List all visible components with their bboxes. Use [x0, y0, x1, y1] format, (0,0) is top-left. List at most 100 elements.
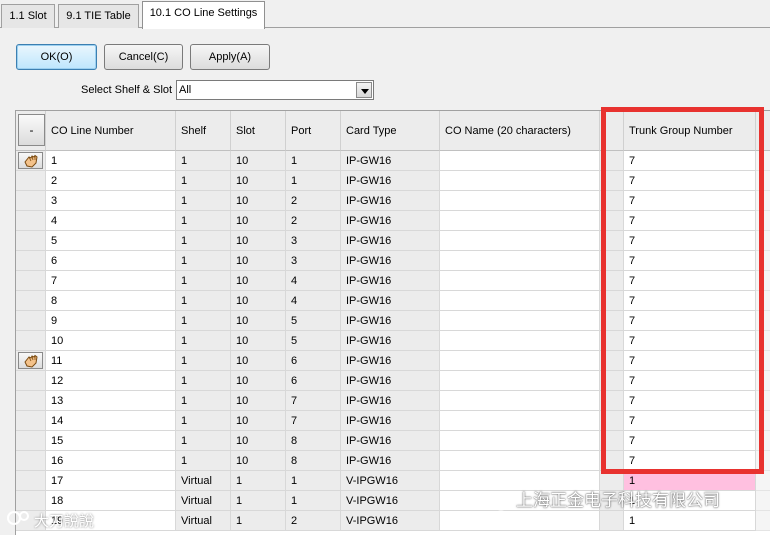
- cell-trunk-group-number[interactable]: 7: [624, 411, 756, 431]
- header-card-type[interactable]: Card Type: [341, 111, 440, 151]
- cell-co-line-number: 16: [46, 451, 176, 471]
- cell-co-name[interactable]: [440, 171, 600, 191]
- row-header[interactable]: [16, 251, 46, 271]
- shelf-slot-select[interactable]: All: [176, 80, 374, 100]
- cell-co-name[interactable]: [440, 211, 600, 231]
- row-header[interactable]: [16, 311, 46, 331]
- cell-co-name[interactable]: [440, 251, 600, 271]
- cell-trunk-group-number[interactable]: 7: [624, 331, 756, 351]
- cell-co-name[interactable]: [440, 191, 600, 211]
- cell-spacer: [600, 371, 624, 391]
- table-row[interactable]: 12 1 10 6 IP-GW16 7: [16, 371, 770, 391]
- cell-co-name[interactable]: [440, 311, 600, 331]
- row-header[interactable]: [16, 231, 46, 251]
- cell-co-name[interactable]: [440, 451, 600, 471]
- table-row[interactable]: 11 1 10 6 IP-GW16 7: [16, 351, 770, 371]
- cell-co-name[interactable]: [440, 411, 600, 431]
- header-trunk-group-number[interactable]: Trunk Group Number: [624, 111, 756, 151]
- row-header[interactable]: [16, 431, 46, 451]
- table-row[interactable]: 8 1 10 4 IP-GW16 7: [16, 291, 770, 311]
- wechat-icon: [482, 494, 509, 511]
- tab-tie-table[interactable]: 9.1 TIE Table: [58, 4, 139, 28]
- cell-filler: [756, 471, 770, 491]
- tab-slot[interactable]: 1.1 Slot: [1, 4, 55, 28]
- row-header[interactable]: [16, 191, 46, 211]
- cell-shelf: 1: [176, 271, 231, 291]
- table-row[interactable]: 14 1 10 7 IP-GW16 7: [16, 411, 770, 431]
- table-row[interactable]: 5 1 10 3 IP-GW16 7: [16, 231, 770, 251]
- cell-trunk-group-number[interactable]: 1: [624, 511, 756, 531]
- cell-trunk-group-number[interactable]: 7: [624, 371, 756, 391]
- cell-spacer: [600, 431, 624, 451]
- table-row[interactable]: 10 1 10 5 IP-GW16 7: [16, 331, 770, 351]
- collapse-button[interactable]: -: [18, 114, 45, 146]
- row-header[interactable]: [16, 351, 46, 371]
- cell-trunk-group-number[interactable]: 7: [624, 171, 756, 191]
- cell-co-name[interactable]: [440, 511, 600, 531]
- table-row[interactable]: 13 1 10 7 IP-GW16 7: [16, 391, 770, 411]
- row-header[interactable]: [16, 291, 46, 311]
- edit-hand-icon[interactable]: [18, 152, 43, 169]
- cell-slot: 1: [231, 511, 286, 531]
- cell-co-line-number: 14: [46, 411, 176, 431]
- row-header[interactable]: [16, 411, 46, 431]
- cell-co-name[interactable]: [440, 331, 600, 351]
- row-header[interactable]: [16, 331, 46, 351]
- table-row[interactable]: 3 1 10 2 IP-GW16 7: [16, 191, 770, 211]
- row-header[interactable]: [16, 451, 46, 471]
- cell-trunk-group-number[interactable]: 7: [624, 291, 756, 311]
- chevron-down-icon[interactable]: [356, 82, 372, 98]
- cell-co-name[interactable]: [440, 271, 600, 291]
- table-row[interactable]: 9 1 10 5 IP-GW16 7: [16, 311, 770, 331]
- cell-card-type: IP-GW16: [341, 271, 440, 291]
- cell-shelf: Virtual: [176, 491, 231, 511]
- edit-hand-icon[interactable]: [18, 352, 43, 369]
- cell-spacer: [600, 391, 624, 411]
- row-header[interactable]: [16, 211, 46, 231]
- cell-spacer: [600, 211, 624, 231]
- row-header[interactable]: [16, 171, 46, 191]
- table-row[interactable]: 7 1 10 4 IP-GW16 7: [16, 271, 770, 291]
- row-header[interactable]: [16, 391, 46, 411]
- cell-filler: [756, 331, 770, 351]
- header-port[interactable]: Port: [286, 111, 341, 151]
- header-co-name[interactable]: CO Name (20 characters): [440, 111, 600, 151]
- header-slot[interactable]: Slot: [231, 111, 286, 151]
- cancel-button[interactable]: Cancel(C): [104, 44, 183, 70]
- cell-trunk-group-number[interactable]: 7: [624, 191, 756, 211]
- cell-trunk-group-number[interactable]: 7: [624, 211, 756, 231]
- cell-trunk-group-number[interactable]: 7: [624, 351, 756, 371]
- table-row[interactable]: 1 1 10 1 IP-GW16 7: [16, 151, 770, 171]
- header-shelf[interactable]: Shelf: [176, 111, 231, 151]
- cell-trunk-group-number[interactable]: 7: [624, 271, 756, 291]
- cell-co-name[interactable]: [440, 291, 600, 311]
- table-row[interactable]: 15 1 10 8 IP-GW16 7: [16, 431, 770, 451]
- apply-button[interactable]: Apply(A): [190, 44, 270, 70]
- cell-co-name[interactable]: [440, 151, 600, 171]
- table-row[interactable]: 4 1 10 2 IP-GW16 7: [16, 211, 770, 231]
- cell-trunk-group-number[interactable]: 7: [624, 251, 756, 271]
- cell-co-name[interactable]: [440, 351, 600, 371]
- cell-co-name[interactable]: [440, 371, 600, 391]
- cell-trunk-group-number[interactable]: 7: [624, 391, 756, 411]
- cell-co-name[interactable]: [440, 231, 600, 251]
- cell-trunk-group-number[interactable]: 7: [624, 431, 756, 451]
- table-row[interactable]: 19 Virtual 1 2 V-IPGW16 1: [16, 511, 770, 531]
- row-header[interactable]: [16, 471, 46, 491]
- header-co-line-number[interactable]: CO Line Number: [46, 111, 176, 151]
- cell-co-name[interactable]: [440, 391, 600, 411]
- table-row[interactable]: 6 1 10 3 IP-GW16 7: [16, 251, 770, 271]
- cell-co-name[interactable]: [440, 431, 600, 451]
- row-header[interactable]: [16, 371, 46, 391]
- row-header[interactable]: [16, 151, 46, 171]
- tab-co-line-settings[interactable]: 10.1 CO Line Settings: [142, 1, 265, 29]
- ok-button[interactable]: OK(O): [16, 44, 97, 70]
- cell-trunk-group-number[interactable]: 7: [624, 451, 756, 471]
- watermark-company: 上海正金电子科技有限公司: [516, 491, 720, 511]
- cell-trunk-group-number[interactable]: 7: [624, 311, 756, 331]
- cell-trunk-group-number[interactable]: 7: [624, 151, 756, 171]
- row-header[interactable]: [16, 271, 46, 291]
- table-row[interactable]: 2 1 10 1 IP-GW16 7: [16, 171, 770, 191]
- cell-trunk-group-number[interactable]: 7: [624, 231, 756, 251]
- table-row[interactable]: 16 1 10 8 IP-GW16 7: [16, 451, 770, 471]
